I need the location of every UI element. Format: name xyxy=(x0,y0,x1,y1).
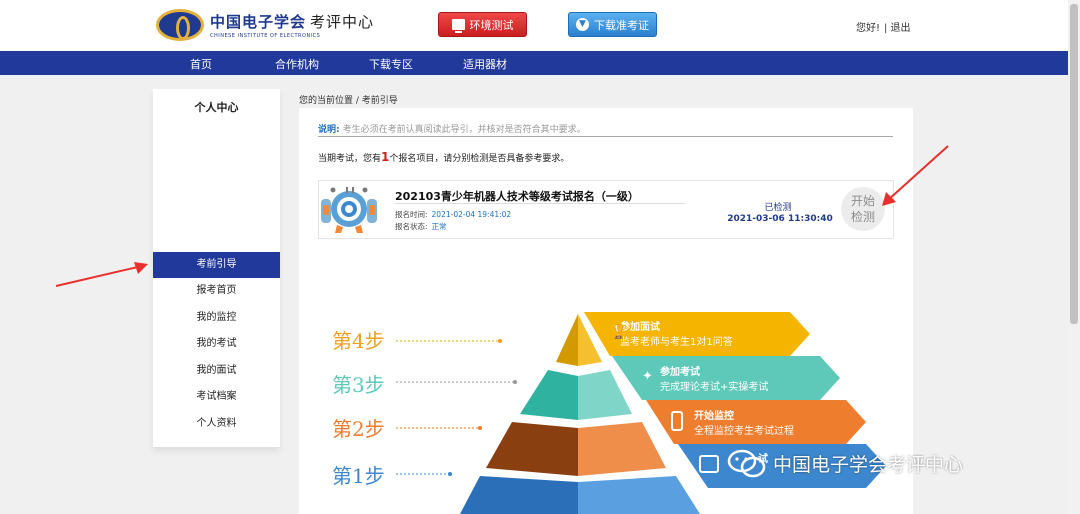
robot-icon xyxy=(321,187,377,233)
sidebar-item-profile[interactable]: 个人资料 xyxy=(153,411,280,437)
greeting: 您好! xyxy=(856,23,881,34)
nav-item-partners[interactable]: 合作机构 xyxy=(275,56,319,72)
wand-icon: ✦ xyxy=(642,369,653,384)
notice-text: 考生必须在考前认真阅读此导引，并核对是否符合其中要求。 xyxy=(342,125,586,135)
download-label: 下载准考证 xyxy=(594,18,649,32)
logo[interactable]: 中国电子学会 考评中心 CHINESE INSTITUTE OF ELECTRON… xyxy=(156,9,374,41)
page-scrollbar[interactable] xyxy=(1068,0,1080,514)
logout-link[interactable]: | 退出 xyxy=(884,19,911,34)
download-admission-button[interactable]: ▼ 下载准考证 xyxy=(568,12,657,37)
monitor-icon xyxy=(451,19,465,33)
watermark: 中国电子学会考评中心 xyxy=(727,448,963,478)
arrow-to-start-check xyxy=(882,145,949,206)
sidebar-item-archive[interactable]: 考试档案 xyxy=(153,384,280,410)
notice-label: 说明: xyxy=(318,125,340,135)
steps-infographic: 第4步 第3步 第2步 第1步 参加面试 监考老师与考生1对1问答 🏆 参加考试… xyxy=(332,312,886,514)
step-2-label: 第2步 xyxy=(332,417,385,441)
step-2-desc: 全程监控考生考试过程 xyxy=(694,424,794,437)
exam-reg-status: 报名状态: 正常 xyxy=(395,222,447,231)
download-icon: ▼ xyxy=(576,18,589,31)
main-nav: 首页 合作机构 下载专区 适用器材 xyxy=(0,51,1068,75)
step-4-desc: 监考老师与考生1对1问答 xyxy=(620,335,733,348)
env-test-button[interactable]: 环境测试 xyxy=(438,12,527,37)
nav-item-downloads[interactable]: 下载专区 xyxy=(369,56,413,72)
sidebar-item-monitor[interactable]: 我的监控 xyxy=(153,305,280,331)
logo-english: CHINESE INSTITUTE OF ELECTRONICS xyxy=(210,33,321,39)
header: 中国电子学会 考评中心 CHINESE INSTITUTE OF ELECTRON… xyxy=(0,0,1080,51)
checked-time: 2021-03-06 11:30:40 xyxy=(727,214,833,224)
breadcrumb: 您的当前位置 / 考前引导 xyxy=(299,96,398,106)
step-4-label: 第4步 xyxy=(332,329,385,353)
env-test-label: 环境测试 xyxy=(469,18,514,32)
nav-item-equipment[interactable]: 适用器材 xyxy=(463,56,507,72)
sidebar-item-interviews[interactable]: 我的面试 xyxy=(153,358,280,384)
checked-label: 已检测 xyxy=(764,203,792,213)
wechat-icon xyxy=(727,449,766,478)
step-2-title: 开始监控 xyxy=(694,409,734,422)
logo-subtitle: 考评中心 xyxy=(310,13,375,31)
step-2-banner xyxy=(646,400,866,444)
pyramid-layer-2 xyxy=(486,422,578,476)
arrow-to-guide xyxy=(55,262,148,287)
sidebar-item-guide[interactable]: 考前引导 xyxy=(153,252,280,278)
sidebar-title: 个人中心 xyxy=(194,101,239,114)
pyramid-layer-4 xyxy=(556,314,578,366)
watermark-text: 中国电子学会考评中心 xyxy=(773,453,964,476)
exam-reg-time: 报名时间: 2021-02-04 19:41:02 xyxy=(395,210,512,219)
logo-title: 中国电子学会 xyxy=(210,13,307,31)
exam-card: 202103青少年机器人技术等级考试报名（一级） 报名时间: 2021-02-04… xyxy=(318,180,894,239)
sidebar: 个人中心 考前引导 报考首页 我的监控 我的考试 我的面试 考试档案 个人资料 xyxy=(153,89,280,447)
pyramid-layer-1 xyxy=(460,476,578,514)
step-3-desc: 完成理论考试+实操考试 xyxy=(660,380,768,393)
step-3-label: 第3步 xyxy=(332,373,385,397)
sidebar-item-exams[interactable]: 我的考试 xyxy=(153,331,280,357)
cie-emblem-icon xyxy=(156,9,204,41)
trophy-icon: 🏆 xyxy=(610,323,628,340)
notice: 说明: 考生必须在考前认真阅读此导引，并核对是否符合其中要求。 xyxy=(318,122,893,137)
step-1-label: 第1步 xyxy=(332,464,385,488)
sidebar-item-registration[interactable]: 报考首页 xyxy=(153,278,280,304)
step-3-title: 参加考试 xyxy=(660,365,700,378)
pyramid-layer-3 xyxy=(520,370,578,420)
nav-item-home[interactable]: 首页 xyxy=(190,56,212,72)
intro-text: 当期考试，您有1个报名项目，请分别检测是否具备参考要求。 xyxy=(318,150,570,164)
scrollbar-thumb[interactable] xyxy=(1070,4,1078,324)
exam-title: 202103青少年机器人技术等级考试报名（一级） xyxy=(395,190,639,203)
